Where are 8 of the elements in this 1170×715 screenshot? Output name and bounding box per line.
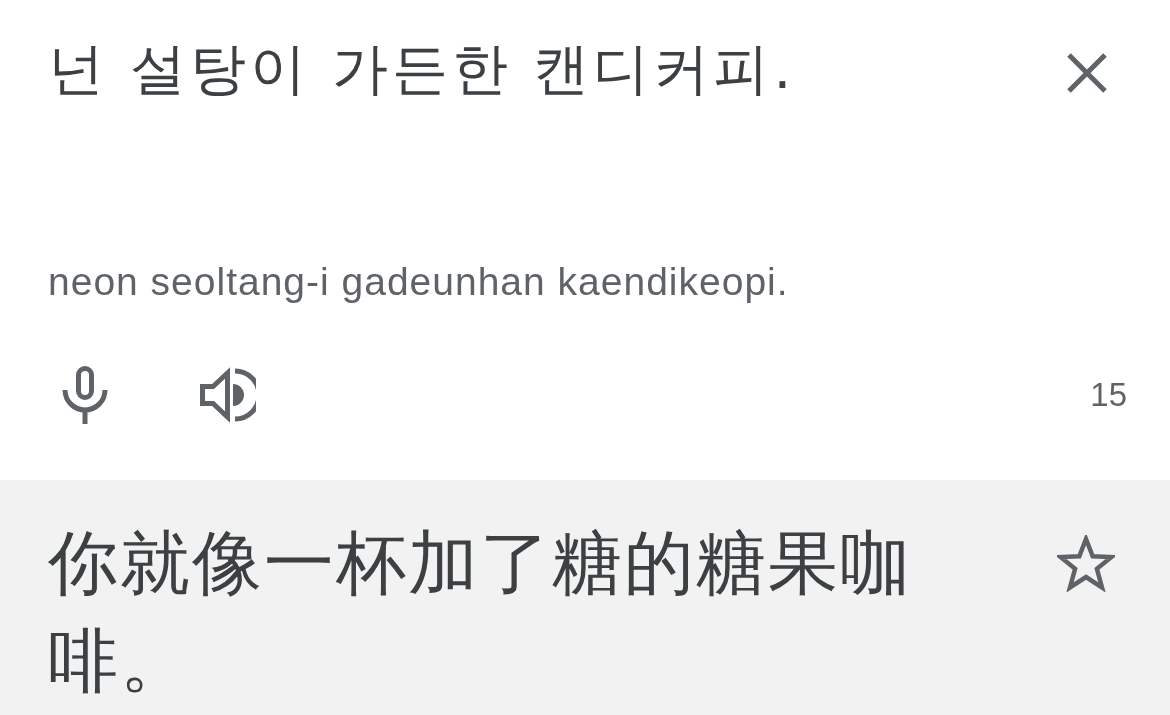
source-text-field[interactable]: 넌 설탕이 가든한 캔디커피. bbox=[48, 34, 1066, 104]
romanization-text: neon seoltang-i gadeunhan kaendikeopi. bbox=[48, 262, 790, 302]
star-icon[interactable] bbox=[1057, 535, 1115, 592]
speaker-icon[interactable] bbox=[200, 367, 256, 423]
translation-text: 你就像一杯加了糖的糖果咖啡。 bbox=[48, 521, 913, 704]
microphone-icon[interactable] bbox=[62, 366, 108, 424]
close-icon[interactable] bbox=[1066, 52, 1108, 94]
character-count: 15 bbox=[1090, 375, 1127, 415]
